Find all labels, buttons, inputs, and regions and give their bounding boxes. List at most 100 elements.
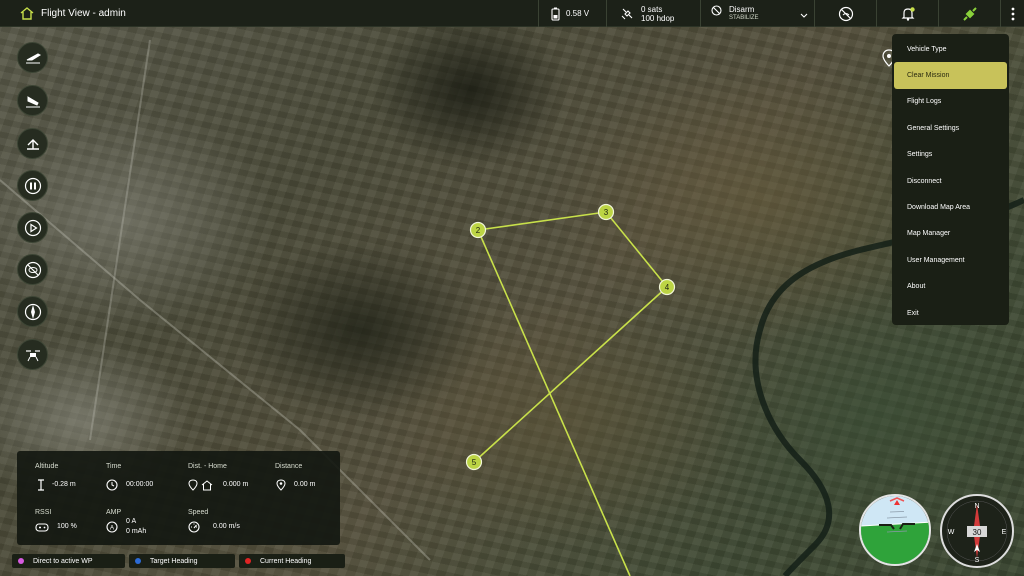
main-menu: Vehicle Type Clear Mission Flight Logs G… <box>892 34 1009 325</box>
road <box>89 39 151 441</box>
pause-button[interactable] <box>17 170 48 201</box>
takeoff-icon <box>25 52 41 63</box>
legend-swatch <box>135 558 141 564</box>
legend-swatch <box>18 558 24 564</box>
pin-icon <box>276 479 286 491</box>
legend-label: Direct to active WP <box>33 557 93 565</box>
play-button[interactable] <box>17 212 48 243</box>
amp-cell: AMP A 0 A 0 mAh <box>106 509 146 535</box>
altitude-value: -0.28 m <box>52 481 76 488</box>
battery-icon <box>551 7 560 21</box>
altitude-cell: Altitude -0.28 m <box>35 463 76 491</box>
compass-south: S <box>975 557 980 564</box>
satellite-icon <box>621 8 633 20</box>
land-button[interactable] <box>17 85 48 116</box>
menu-item-clear-mission[interactable]: Clear Mission <box>894 62 1007 89</box>
rssi-label: RSSI <box>35 509 52 516</box>
play-icon <box>24 219 41 236</box>
no-gps-button[interactable] <box>17 254 48 285</box>
chevron-down-icon <box>800 13 808 18</box>
amp-value-a: 0 A <box>126 518 137 525</box>
amp-icon: A <box>106 521 118 533</box>
time-label: Time <box>106 463 122 470</box>
gps-hdop: 100 hdop <box>641 13 675 23</box>
heading-compass: 30 N E S W <box>940 494 1014 568</box>
menu-item-vehicle-type[interactable]: Vehicle Type <box>892 36 1009 62</box>
gamepad-icon <box>35 523 49 532</box>
legend-item: Target Heading <box>129 554 235 568</box>
gps-sats: 0 sats <box>641 4 663 14</box>
time-cell: Time 00:00:00 <box>106 463 153 491</box>
compass-calibrate-button[interactable] <box>17 296 48 327</box>
menu-item-exit[interactable]: Exit <box>892 300 1009 326</box>
menu-item-user-management[interactable]: User Management <box>892 247 1009 273</box>
rssi-cell: RSSI 100 % <box>35 509 77 532</box>
home-distance-icon <box>188 479 213 491</box>
amp-label: AMP <box>106 509 122 516</box>
mission-path <box>473 211 668 576</box>
menu-item-download-map-area[interactable]: Download Map Area <box>892 194 1009 220</box>
distance-cell: Distance 0.00 m <box>275 463 315 491</box>
rtl-icon <box>26 138 39 150</box>
no-gps-icon <box>24 261 41 278</box>
land-icon <box>25 95 40 107</box>
compass-heading-value: 30 <box>973 528 982 537</box>
home-icon[interactable] <box>20 6 34 20</box>
legend-item: Current Heading <box>239 554 345 568</box>
battery-voltage: 0.58 V <box>566 9 590 18</box>
speed-value: 0.00 m/s <box>213 523 240 530</box>
menu-item-disconnect[interactable]: Disconnect <box>892 168 1009 194</box>
distance-value: 0.00 m <box>294 481 316 488</box>
dist-home-label: Dist. - Home <box>188 463 227 470</box>
speed-cell: Speed 0.00 m/s <box>188 509 240 533</box>
compass-north: N <box>974 503 979 510</box>
compass-west: W <box>948 529 955 536</box>
drone-icon <box>25 349 40 361</box>
menu-item-map-manager[interactable]: Map Manager <box>892 221 1009 247</box>
legend-swatch <box>245 558 251 564</box>
compass-calibrate-icon <box>24 303 41 320</box>
telemetry-panel: Altitude -0.28 m Time 00:00:00 Dist. - H… <box>17 451 340 545</box>
svg-text:A: A <box>110 526 114 532</box>
more-vert-icon <box>1011 7 1014 20</box>
top-bar: Flight View - admin 0.58 V 0 sats 100 hd… <box>0 0 1024 27</box>
drone-button[interactable] <box>17 339 48 370</box>
distance-label: Distance <box>275 463 303 470</box>
amp-value-mah: 0 mAh <box>126 528 147 535</box>
flight-mode: STABILIZE <box>729 15 759 21</box>
no-signal-button[interactable] <box>814 0 876 27</box>
altitude-label: Altitude <box>35 463 59 470</box>
menu-item-general-settings[interactable]: General Settings <box>892 115 1009 141</box>
speedometer-icon <box>188 521 200 533</box>
connection-button[interactable] <box>938 0 1000 27</box>
menu-item-about[interactable]: About <box>892 274 1009 300</box>
altitude-icon <box>38 479 44 491</box>
rssi-value: 100 % <box>57 523 77 530</box>
compass-east: E <box>1002 529 1007 536</box>
dist-home-cell: Dist. - Home 0.000 m <box>188 463 248 491</box>
window-title: Flight View - admin <box>41 7 126 19</box>
compass-rose: 30 N E S W <box>946 500 1008 564</box>
arm-icon <box>711 5 722 16</box>
legend-label: Current Heading <box>260 557 312 565</box>
map-legend: Direct to active WP Target Heading Curre… <box>12 554 345 568</box>
pause-icon <box>24 177 41 194</box>
alerts-button[interactable] <box>876 0 938 27</box>
clock-icon <box>106 479 118 491</box>
speed-label: Speed <box>188 509 209 516</box>
time-value: 00:00:00 <box>126 481 154 488</box>
battery-status: 0.58 V <box>538 0 606 27</box>
rtl-button[interactable] <box>17 128 48 159</box>
alert-bell-icon <box>901 6 915 21</box>
more-menu-button[interactable] <box>1000 0 1024 27</box>
attitude-indicator <box>859 494 931 566</box>
takeoff-button[interactable] <box>17 42 48 73</box>
arm-state: Disarm <box>729 5 755 14</box>
menu-item-settings[interactable]: Settings <box>892 142 1009 168</box>
legend-item: Direct to active WP <box>12 554 125 568</box>
plug-connected-icon <box>962 6 977 21</box>
menu-item-flight-logs[interactable]: Flight Logs <box>892 89 1009 115</box>
legend-label: Target Heading <box>150 557 198 565</box>
gps-status: 0 sats 100 hdop <box>606 0 700 27</box>
arm-mode-selector[interactable]: Disarm STABILIZE <box>700 0 814 27</box>
